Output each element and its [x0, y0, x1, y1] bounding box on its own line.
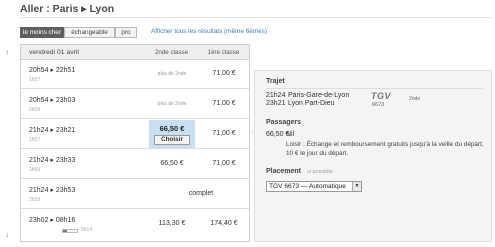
- departure-station: Paris-Gare-de-Lyon: [288, 92, 350, 99]
- first-class-fare[interactable]: 71,00 €: [201, 120, 247, 148]
- page-title: Aller : Paris ▸ Lyon: [20, 3, 115, 15]
- train-times: 21h24 ▸ 23h53: [29, 187, 76, 194]
- first-class-fare[interactable]: 71,00 €: [201, 60, 247, 88]
- passagers-heading: Passagers: [266, 119, 302, 126]
- arrival-time: 23h21: [266, 100, 286, 107]
- train-duration: 2h09: [29, 167, 41, 173]
- departure-time: 21h24: [266, 92, 286, 99]
- second-class-fare[interactable]: 66,50 €: [149, 150, 195, 178]
- train-row: 21h24 ▸ 23h53 2h29 complet: [21, 180, 249, 209]
- train-row[interactable]: 23h02 ▸ 08h16 9h14 113,30 € 174,40 €: [21, 210, 249, 239]
- sold-out-status: complet: [188, 190, 214, 197]
- dropdown-arrow-icon[interactable]: ▼: [352, 182, 361, 191]
- fare-conditions: Loisir : Échange et remboursement gratui…: [286, 141, 484, 157]
- show-all-fares-link[interactable]: Afficher tous les résultats (même 6èmes): [151, 28, 267, 35]
- seat-placement-value: TGV 6673 — Automatique: [269, 183, 346, 190]
- occupancy-fill: [63, 230, 68, 232]
- train-row[interactable]: 20h54 ▸ 23h03 2h09 plus de 2nde 71,00 €: [21, 90, 249, 119]
- first-class-fare[interactable]: 71,00 €: [201, 90, 247, 118]
- train-duration: 2h09: [29, 107, 41, 113]
- passenger-fare-name: Nil: [286, 131, 295, 138]
- list-header: vendredi 01 avril 2nde classe 1ère class…: [21, 45, 249, 60]
- first-class-fare[interactable]: 71,00 €: [201, 150, 247, 178]
- train-times: 21h24 ▸ 23h21: [29, 127, 76, 134]
- earlier-trains-arrow-icon[interactable]: ↑: [5, 48, 9, 57]
- filter-exchangeable[interactable]: échangeable: [64, 27, 115, 38]
- trip-detail-panel: Trajet 21h24 Paris-Gare-de-Lyon 23h21 Ly…: [254, 70, 492, 242]
- title-divider: [20, 17, 492, 18]
- second-class-header: 2nde classe: [154, 49, 189, 56]
- train-row[interactable]: 21h24 ▸ 23h33 2h09 66,50 € 71,00 €: [21, 150, 249, 179]
- placement-hint: si possible: [307, 169, 333, 175]
- travel-class: 2nde: [409, 96, 421, 102]
- train-duration: 2h29: [29, 197, 41, 203]
- later-trains-arrow-icon[interactable]: ↓: [5, 230, 9, 239]
- first-class-fare[interactable]: 174,40 €: [201, 210, 247, 238]
- arrival-station: Lyon Part-Dieu: [288, 100, 335, 107]
- train-duration: 1h57: [29, 137, 41, 143]
- train-number: 6673: [372, 102, 385, 108]
- train-list: vendredi 01 avril 2nde classe 1ère class…: [20, 44, 250, 242]
- second-class-fare[interactable]: 113,30 €: [149, 210, 195, 238]
- train-times: 20h54 ▸ 23h03: [29, 97, 76, 104]
- second-class-fare[interactable]: plus de 2nde: [149, 90, 195, 118]
- train-row-selected[interactable]: 21h24 ▸ 23h21 1h57 66,50 € Choisir 71,00…: [21, 120, 249, 149]
- travel-date: vendredi 01 avril: [29, 49, 79, 56]
- train-times: 21h24 ▸ 23h33: [29, 157, 76, 164]
- filter-pro[interactable]: pro: [115, 27, 137, 38]
- second-class-fare[interactable]: plus de 2nde: [149, 60, 195, 88]
- train-times: 23h02 ▸ 08h16: [29, 217, 76, 224]
- train-row[interactable]: 20h54 ▸ 22h51 1h57 plus de 2nde 71,00 €: [21, 60, 249, 89]
- train-duration: 9h14: [81, 227, 93, 233]
- selected-fare-price: 66,50 €: [159, 124, 185, 133]
- tgv-logo: TGV: [371, 91, 392, 101]
- placement-heading: Placement: [266, 168, 302, 175]
- seat-placement-select[interactable]: TGV 6673 — Automatique ▼: [266, 181, 362, 192]
- choose-button[interactable]: Choisir: [154, 135, 190, 145]
- filter-cheapest[interactable]: le moins cher: [20, 27, 64, 38]
- train-duration: 1h57: [29, 77, 41, 83]
- trajet-heading: Trajet: [266, 78, 285, 85]
- occupancy-bar: [62, 229, 78, 233]
- train-times: 20h54 ▸ 22h51: [29, 67, 76, 74]
- selected-second-class-fare[interactable]: 66,50 € Choisir: [149, 120, 195, 148]
- trajet-divider: [266, 88, 483, 89]
- first-class-header: 1ère classe: [207, 49, 240, 56]
